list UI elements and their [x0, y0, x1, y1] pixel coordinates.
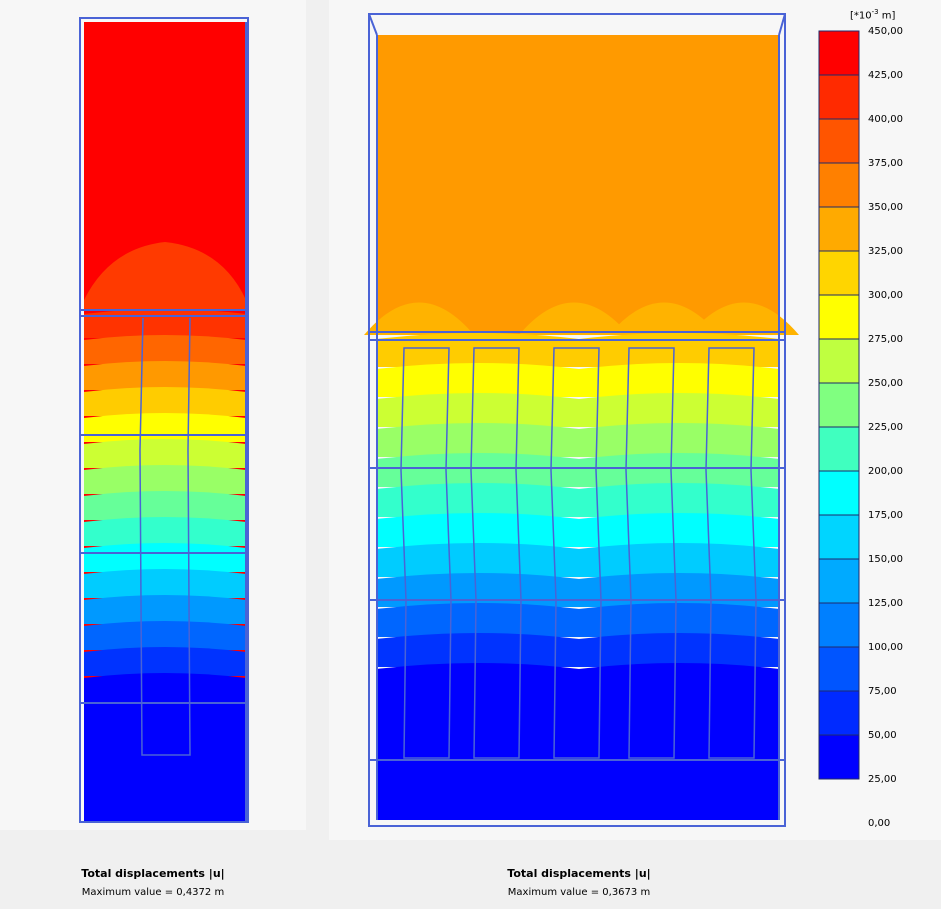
legend-label: 75,00 [868, 686, 897, 697]
legend-swatch [818, 602, 860, 648]
legend-swatch [818, 162, 860, 208]
contour-band [84, 543, 246, 572]
contour-band [377, 423, 779, 457]
legend-label: 200,00 [868, 466, 903, 477]
legend-label: 400,00 [868, 114, 903, 125]
legend-swatch [818, 294, 860, 340]
legend-swatch [818, 30, 860, 76]
legend-label: 25,00 [868, 774, 897, 785]
legend-label: 225,00 [868, 422, 903, 433]
legend-swatch [818, 74, 860, 120]
legend-swatch [818, 690, 860, 736]
contour-band [84, 517, 246, 546]
legend-label: 250,00 [868, 378, 903, 389]
contour-band [84, 309, 246, 338]
contour-band [84, 595, 246, 624]
legend-label: 300,00 [868, 290, 903, 301]
legend-label: 0,00 [868, 818, 891, 829]
right-caption-max-value: Maximum value = 0,3673 m [507, 887, 651, 898]
contour-band [84, 387, 246, 416]
contour-band [377, 543, 779, 577]
legend-label: 175,00 [868, 510, 903, 521]
legend-label: 375,00 [868, 158, 903, 169]
contour-band [84, 647, 246, 676]
contour-band [84, 465, 246, 494]
legend-label: 50,00 [868, 730, 897, 741]
left-contour-plot [79, 17, 249, 823]
legend-label: 425,00 [868, 70, 903, 81]
contour-band [377, 453, 779, 487]
left-caption-title: Total displacements |u| [81, 867, 225, 880]
legend-swatch [818, 734, 860, 780]
contour-band [84, 335, 246, 364]
contour-band [84, 413, 246, 442]
contour-band [84, 569, 246, 598]
contour-band [377, 393, 779, 427]
legend-swatch [818, 470, 860, 516]
contour-band [84, 361, 246, 390]
legend-label: 325,00 [868, 246, 903, 257]
left-caption-max-value: Maximum value = 0,4372 m [81, 887, 225, 898]
legend-label: 450,00 [868, 26, 903, 37]
legend-swatch [818, 558, 860, 604]
legend-label: 275,00 [868, 334, 903, 345]
left-caption: Total displacements |u| Maximum value = … [0, 867, 306, 898]
legend-swatch [818, 206, 860, 252]
contour-band [84, 439, 246, 468]
contour-band [377, 573, 779, 607]
contour-band [377, 633, 779, 667]
contour-band [377, 603, 779, 637]
contour-band [377, 35, 779, 335]
legend-swatch [818, 118, 860, 164]
contour-band [84, 621, 246, 650]
legend-label: 150,00 [868, 554, 903, 565]
legend-unit: [*10-3 m] [850, 8, 896, 22]
legend-swatch [818, 338, 860, 384]
contour-band [84, 673, 246, 822]
legend-swatch [818, 382, 860, 428]
legend-swatch [818, 514, 860, 560]
legend-label: 100,00 [868, 642, 903, 653]
right-caption-title: Total displacements |u| [507, 867, 651, 880]
legend-swatch [818, 646, 860, 692]
contour-band [377, 363, 779, 397]
contour-band [84, 491, 246, 520]
left-plot-panel [0, 0, 306, 830]
contour-band [377, 762, 779, 820]
model-edge [368, 13, 378, 36]
legend-label: 125,00 [868, 598, 903, 609]
contour-band [377, 483, 779, 517]
legend-swatch [818, 250, 860, 296]
contour-band [377, 513, 779, 547]
legend-label: 350,00 [868, 202, 903, 213]
legend-swatch [818, 426, 860, 472]
right-caption: Total displacements |u| Maximum value = … [329, 867, 829, 898]
contour-band [377, 333, 779, 367]
